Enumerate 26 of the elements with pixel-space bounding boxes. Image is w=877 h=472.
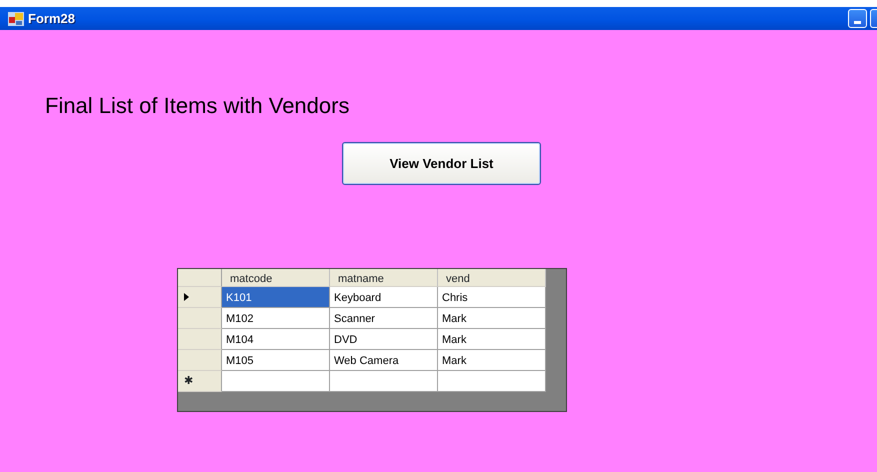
- table-cell[interactable]: Web Camera: [330, 350, 438, 371]
- table-cell[interactable]: Scanner: [330, 308, 438, 329]
- table-cell[interactable]: Chris: [438, 287, 546, 308]
- table-cell[interactable]: K101: [222, 287, 330, 308]
- form-heading: Final List of Items with Vendors: [44, 92, 350, 119]
- table-cell[interactable]: Keyboard: [330, 287, 438, 308]
- new-row-marker: ✱: [184, 374, 193, 389]
- table-cell[interactable]: DVD: [330, 329, 438, 350]
- minimize-button[interactable]: [848, 9, 867, 28]
- table-cell[interactable]: M104: [222, 329, 330, 350]
- header-corner: [178, 269, 222, 287]
- maximize-button[interactable]: [870, 9, 877, 28]
- app-icon: [8, 12, 24, 26]
- view-vendor-list-button[interactable]: View Vendor List: [342, 142, 541, 185]
- table-cell[interactable]: M102: [222, 308, 330, 329]
- table-cell[interactable]: Mark: [438, 350, 546, 371]
- table-cell[interactable]: Mark: [438, 308, 546, 329]
- table-cell[interactable]: M105: [222, 350, 330, 371]
- new-row-header[interactable]: ✱: [178, 371, 222, 392]
- column-header[interactable]: vend: [438, 269, 546, 287]
- window-title: Form28: [28, 10, 75, 28]
- current-row-icon: [184, 293, 189, 301]
- column-header[interactable]: matname: [330, 269, 438, 287]
- table-cell[interactable]: Mark: [438, 329, 546, 350]
- row-header[interactable]: [178, 287, 222, 308]
- column-header[interactable]: matcode: [222, 269, 330, 287]
